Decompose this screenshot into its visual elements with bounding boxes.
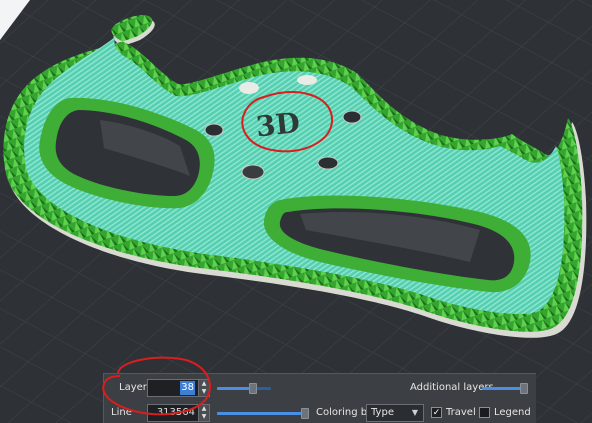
line-spin-arrows[interactable]: ▲ ▼ [198, 405, 209, 421]
preview-canvas[interactable]: 3D [0, 0, 592, 423]
chevron-down-icon[interactable]: ▼ [412, 405, 418, 421]
travel-label[interactable]: Travel [446, 407, 476, 418]
legend-checkbox[interactable] [479, 407, 490, 418]
line-value[interactable]: 313564 [157, 405, 195, 421]
layer-spinbox[interactable]: 38 ▲ ▼ [147, 379, 210, 397]
legend-label[interactable]: Legend [494, 407, 531, 418]
mount-hole-lower-left [241, 164, 265, 180]
coloring-by-label: Coloring by [316, 407, 374, 418]
line-spin-down-icon[interactable]: ▼ [199, 413, 209, 421]
toolbar-row-line: Line 313564 ▲ ▼ Coloring by Type ▼ ✓ Tra… [104, 403, 537, 423]
layer-spin-arrows[interactable]: ▲ ▼ [198, 380, 209, 396]
line-spinbox[interactable]: 313564 ▲ ▼ [147, 404, 210, 422]
mount-hole-lower-right [317, 156, 339, 170]
mount-hole-top [297, 75, 317, 85]
line-spin-up-icon[interactable]: ▲ [199, 405, 209, 413]
layer-slider-handle[interactable] [249, 383, 257, 394]
additional-layers-slider[interactable] [482, 383, 528, 394]
line-label: Line [111, 407, 132, 418]
toolbar-row-layer: Layer 38 ▲ ▼ Additional layers [104, 378, 537, 400]
layer-label: Layer [119, 382, 147, 393]
mount-hole-upper-left [239, 82, 259, 94]
layer-spin-up-icon[interactable]: ▲ [199, 380, 209, 388]
coloring-by-selected-value[interactable]: Type [371, 407, 394, 418]
mount-hole-right [342, 110, 362, 124]
layer-slider[interactable] [217, 383, 271, 394]
additional-layers-slider-fill [482, 387, 522, 390]
embossed-logo-text: 3D [254, 106, 301, 143]
coloring-by-select[interactable]: Type ▼ [366, 404, 424, 422]
layer-value[interactable]: 38 [180, 381, 195, 395]
3d-preview-viewport[interactable]: 3D [0, 0, 592, 423]
line-slider[interactable] [217, 408, 309, 419]
travel-checkbox[interactable]: ✓ [431, 407, 442, 418]
additional-layers-slider-handle[interactable] [520, 383, 528, 394]
mount-hole-left [204, 123, 224, 137]
layer-slider-fill [217, 387, 249, 390]
line-slider-fill [217, 412, 303, 415]
layer-view-toolbar: Layer 38 ▲ ▼ Additional layers Line 3135… [103, 373, 536, 423]
line-slider-handle[interactable] [301, 408, 309, 419]
layer-spin-down-icon[interactable]: ▼ [199, 388, 209, 396]
